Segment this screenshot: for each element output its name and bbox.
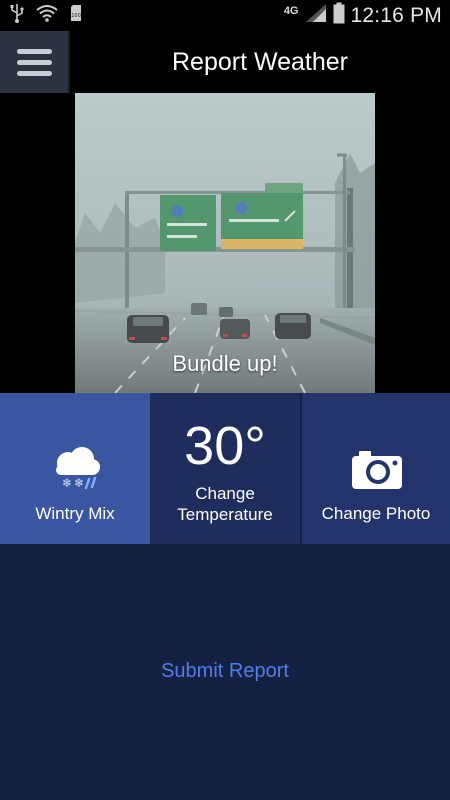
temperature-tile[interactable]: 30° Change Temperature bbox=[150, 393, 300, 544]
temperature-label-line1: Change bbox=[195, 484, 255, 503]
wintry-mix-icon: ❄ ❄ bbox=[48, 445, 102, 496]
sd-card-icon: 100 bbox=[70, 4, 82, 27]
temperature-value: 30° bbox=[184, 416, 266, 476]
hamburger-menu-icon[interactable] bbox=[0, 31, 70, 93]
photo-caption: Bundle up! bbox=[172, 351, 278, 376]
photo-image bbox=[75, 93, 375, 393]
network-type-label: 4G bbox=[283, 5, 299, 17]
svg-text:❄: ❄ bbox=[74, 476, 84, 490]
camera-icon bbox=[351, 450, 403, 495]
svg-text:100: 100 bbox=[71, 13, 81, 19]
change-photo-tile[interactable]: Change Photo bbox=[300, 393, 450, 544]
weather-photo[interactable]: Bundle up! bbox=[75, 93, 375, 393]
app-bar: Report Weather bbox=[0, 31, 450, 93]
battery-icon bbox=[333, 2, 345, 29]
usb-icon bbox=[10, 3, 24, 28]
wifi-icon bbox=[36, 4, 58, 27]
page-title: Report Weather bbox=[171, 48, 348, 76]
svg-text:❄: ❄ bbox=[62, 476, 72, 490]
submit-report-button[interactable]: Submit Report bbox=[0, 660, 450, 683]
report-tiles: ❄ ❄ Wintry Mix 30° Change Temperature Ch… bbox=[0, 393, 450, 544]
clock: 12:16 PM bbox=[350, 3, 442, 27]
change-photo-label: Change Photo bbox=[321, 504, 431, 523]
menu-button[interactable] bbox=[0, 31, 70, 93]
signal-icon bbox=[305, 3, 327, 28]
condition-tile[interactable]: ❄ ❄ Wintry Mix bbox=[0, 393, 150, 544]
temperature-label-line2: Temperature bbox=[177, 505, 273, 524]
status-bar: 100 4G 12:16 PM bbox=[0, 0, 450, 31]
bottom-panel: Submit Report bbox=[0, 544, 450, 800]
condition-label: Wintry Mix bbox=[35, 504, 115, 523]
